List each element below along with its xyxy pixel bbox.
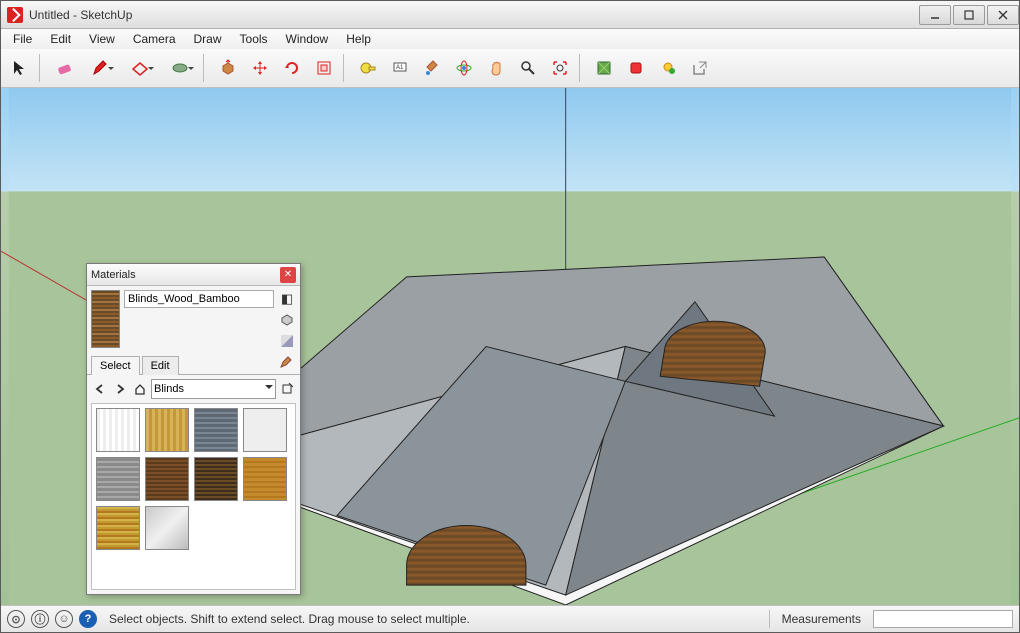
measurements-input[interactable] (873, 610, 1013, 628)
nav-forward-button[interactable] (111, 380, 129, 398)
pushpull-tool-button[interactable] (213, 53, 243, 83)
display-secondary-button[interactable]: ◧ (278, 290, 296, 308)
user-icon[interactable]: ☺ (55, 610, 73, 628)
swatch-5[interactable] (145, 457, 189, 501)
app-window: Untitled - SketchUp File Edit View Camer… (0, 0, 1020, 633)
materials-header[interactable]: Materials ✕ (87, 264, 300, 286)
offset-tool-button[interactable] (309, 53, 339, 83)
rotate-tool-button[interactable] (277, 53, 307, 83)
materials-panel[interactable]: Materials ✕ ◧ Select Edit (86, 263, 301, 595)
swatch-3[interactable] (243, 408, 287, 452)
tape-tool-button[interactable] (353, 53, 383, 83)
materials-tabs: Select Edit (87, 354, 300, 375)
app-icon (7, 7, 23, 23)
pencil-tool-button[interactable] (81, 53, 119, 83)
toolbar: A1 (1, 49, 1019, 88)
create-material-button[interactable] (278, 311, 296, 329)
swatch-1[interactable] (145, 408, 189, 452)
paint-tool-button[interactable] (417, 53, 447, 83)
nav-home-button[interactable] (131, 380, 149, 398)
circle-tool-button[interactable] (161, 53, 199, 83)
swatch-9[interactable] (145, 506, 189, 550)
menu-help[interactable]: Help (338, 30, 379, 48)
menu-edit[interactable]: Edit (42, 30, 79, 48)
minimize-button[interactable] (919, 5, 951, 25)
viewport[interactable]: Materials ✕ ◧ Select Edit (1, 88, 1019, 606)
text-tool-button[interactable]: A1 (385, 53, 415, 83)
menu-file[interactable]: File (5, 30, 40, 48)
tab-edit[interactable]: Edit (142, 356, 179, 375)
nav-back-button[interactable] (91, 380, 109, 398)
current-material-swatch[interactable] (91, 290, 120, 348)
materials-close-button[interactable]: ✕ (280, 267, 296, 283)
zoom-extents-button[interactable] (545, 53, 575, 83)
status-message: Select objects. Shift to extend select. … (109, 612, 763, 626)
add-location-button[interactable] (653, 53, 683, 83)
swatch-8[interactable] (96, 506, 140, 550)
statusbar: ⊙ ⓘ ☺ ? Select objects. Shift to extend … (1, 606, 1019, 632)
geo-icon[interactable]: ⊙ (7, 610, 25, 628)
material-name-input[interactable] (124, 290, 274, 308)
eyedropper-button[interactable] (278, 354, 296, 372)
category-select[interactable]: Blinds (151, 379, 276, 399)
help-icon[interactable]: ? (79, 610, 97, 628)
menu-camera[interactable]: Camera (125, 30, 184, 48)
menu-tools[interactable]: Tools (232, 30, 276, 48)
materials-grid (91, 403, 296, 590)
menu-view[interactable]: View (81, 30, 123, 48)
menu-window[interactable]: Window (278, 30, 337, 48)
swatch-6[interactable] (194, 457, 238, 501)
titlebar: Untitled - SketchUp (1, 1, 1019, 29)
close-button[interactable] (987, 5, 1019, 25)
window-title: Untitled - SketchUp (29, 8, 132, 22)
extension-button[interactable] (621, 53, 651, 83)
swatch-2[interactable] (194, 408, 238, 452)
swatch-0[interactable] (96, 408, 140, 452)
category-value: Blinds (154, 383, 184, 395)
select-tool-button[interactable] (5, 53, 35, 83)
move-tool-button[interactable] (245, 53, 275, 83)
menu-draw[interactable]: Draw (186, 30, 230, 48)
pan-tool-button[interactable] (481, 53, 511, 83)
svg-text:A1: A1 (396, 65, 404, 71)
default-material-button[interactable] (278, 332, 296, 350)
zoom-tool-button[interactable] (513, 53, 543, 83)
credits-icon[interactable]: ⓘ (31, 610, 49, 628)
menubar: File Edit View Camera Draw Tools Window … (1, 29, 1019, 49)
maximize-button[interactable] (953, 5, 985, 25)
warehouse-button[interactable] (589, 53, 619, 83)
orbit-tool-button[interactable] (449, 53, 479, 83)
details-button[interactable] (278, 380, 296, 398)
export-button[interactable] (685, 53, 715, 83)
materials-title: Materials (91, 269, 280, 281)
eraser-tool-button[interactable] (49, 53, 79, 83)
swatch-7[interactable] (243, 457, 287, 501)
swatch-4[interactable] (96, 457, 140, 501)
rectangle-tool-button[interactable] (121, 53, 159, 83)
tab-select[interactable]: Select (91, 356, 140, 375)
measurements-label: Measurements (776, 612, 867, 626)
